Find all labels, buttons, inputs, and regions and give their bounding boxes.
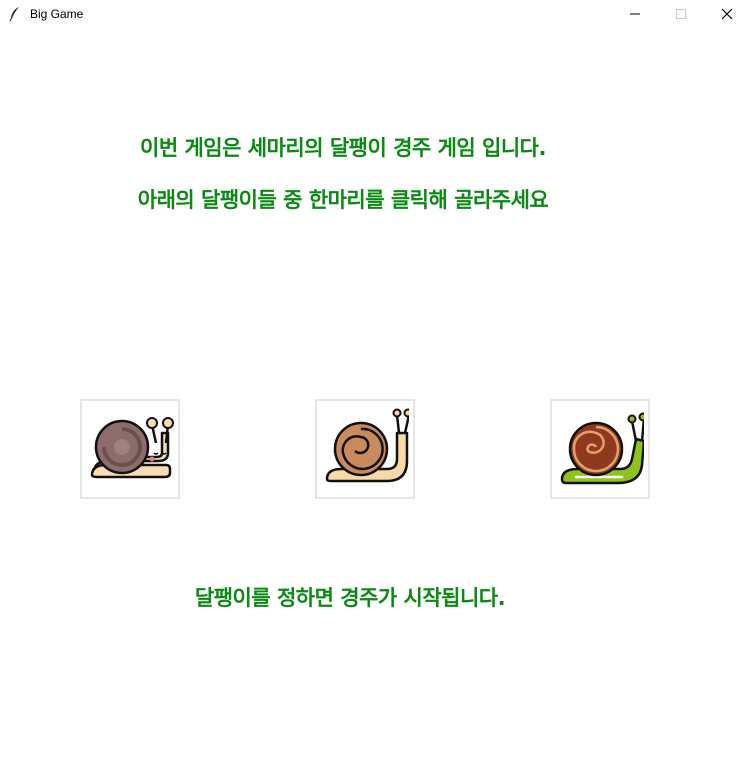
footer-message: 달팽이를 정하면 경주가 시작됩니다.	[194, 586, 506, 610]
window-title: Big Game	[30, 7, 84, 21]
snail-brown-icon	[321, 403, 413, 495]
snail-2-button[interactable]	[315, 399, 415, 499]
close-button[interactable]	[704, 0, 750, 28]
snail-pink-icon	[86, 403, 174, 495]
snail-3-button[interactable]	[550, 399, 650, 499]
minimize-button[interactable]	[612, 0, 658, 28]
title-bar: Big Game	[0, 0, 750, 28]
maximize-icon	[675, 5, 687, 24]
snail-green-icon	[556, 403, 648, 495]
instruction-message: 아래의 달팽이들 중 한마리를 클릭해 골라주세요	[137, 188, 549, 212]
minimize-icon	[629, 5, 641, 24]
maximize-button[interactable]	[658, 0, 704, 28]
snail-1-button[interactable]	[80, 399, 180, 499]
close-icon	[721, 5, 733, 24]
feather-icon	[8, 6, 22, 22]
intro-message: 이번 게임은 세마리의 달팽이 경주 게임 입니다.	[140, 136, 546, 160]
game-window: Big Game 이번 게임은 세마리의 달팽이 경주 게임 입니다. 아래의 …	[0, 0, 750, 776]
